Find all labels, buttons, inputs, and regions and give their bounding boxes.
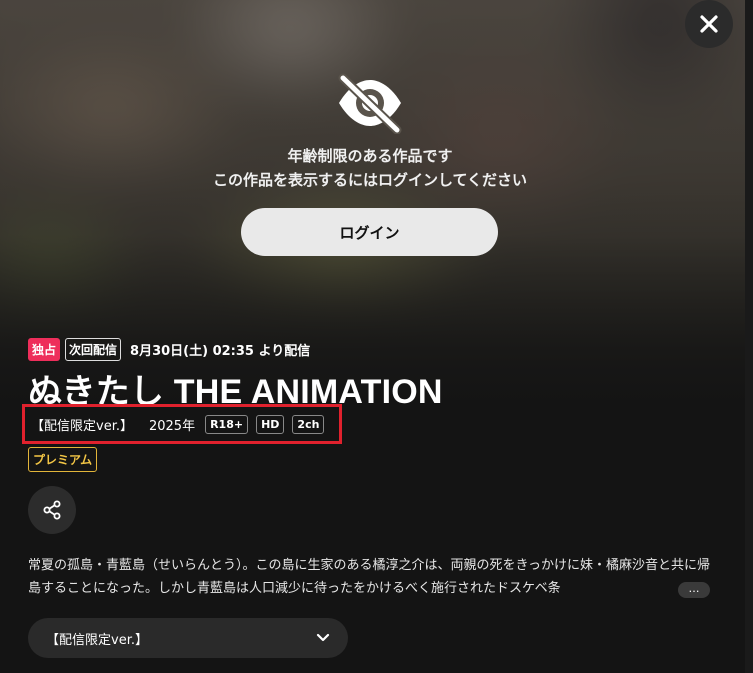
quality-badge: HD <box>256 414 285 434</box>
next-delivery-badge: 次回配信 <box>65 337 122 361</box>
release-year: 2025年 <box>148 418 196 434</box>
premium-badge: プレミアム <box>28 447 98 472</box>
age-restriction-message: 年齢制限のある作品です この作品を表示するにはログインしてください <box>0 144 740 192</box>
next-delivery-date: 8月30日(土) 02:35 より配信 <box>130 343 311 359</box>
synopsis-text: 常夏の孤島・青藍島（せいらんとう）。この島に生家のある橘淳之介は、両親の死をきっ… <box>28 558 710 596</box>
version-select[interactable]: 【配信限定ver.】 <box>28 618 348 658</box>
exclusive-badge: 独占 <box>28 337 61 361</box>
version-select-value: 【配信限定ver.】 <box>46 632 148 648</box>
audio-badge: 2ch <box>292 414 325 434</box>
close-button[interactable] <box>685 0 733 48</box>
gate-message-line1: 年齢制限のある作品です <box>287 147 453 165</box>
login-button[interactable]: ログイン <box>241 208 498 256</box>
expand-synopsis-button[interactable]: … <box>678 582 710 598</box>
version-label: 【配信限定ver.】 <box>31 418 133 434</box>
spec-row: 【配信限定ver.】 2025年 R18+ HD 2ch <box>31 413 325 435</box>
chevron-down-icon <box>316 633 330 642</box>
share-button[interactable] <box>28 486 76 534</box>
share-icon <box>43 500 61 520</box>
eye-slash-icon <box>338 73 402 134</box>
age-restriction-gate: 年齢制限のある作品です この作品を表示するにはログインしてください <box>0 72 740 192</box>
close-icon <box>700 15 718 33</box>
rating-badge: R18+ <box>205 414 249 434</box>
gate-message-line2: この作品を表示するにはログインしてください <box>212 171 528 189</box>
delivery-meta-row: 独占 次回配信 8月30日(土) 02:35 より配信 <box>28 337 310 361</box>
scrollbar[interactable] <box>745 0 753 673</box>
